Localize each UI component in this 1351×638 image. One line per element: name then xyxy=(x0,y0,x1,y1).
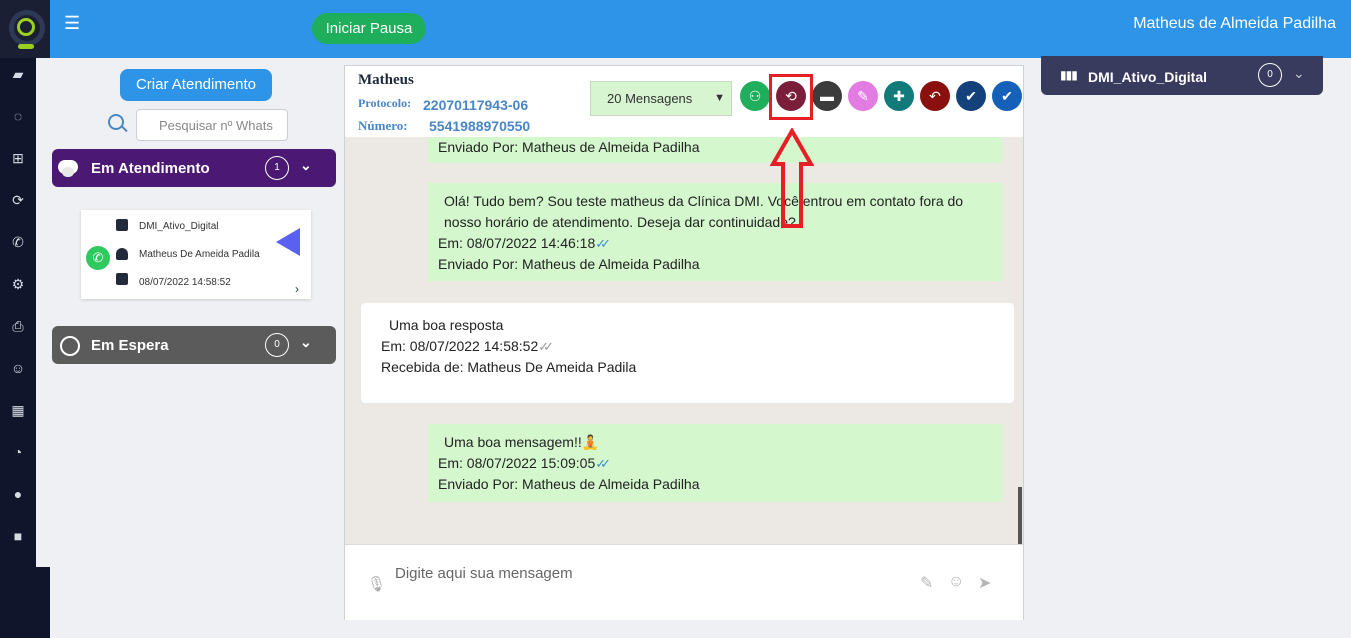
search-icon[interactable] xyxy=(108,114,124,130)
group-icon: ▮▮▮ xyxy=(1060,68,1078,82)
location-arrow-icon xyxy=(276,228,300,256)
chat-header: Matheus Protocolo: 22070117943-06 Número… xyxy=(345,66,1023,137)
chat-window: Matheus Protocolo: 22070117943-06 Número… xyxy=(344,65,1024,620)
contact-name: Matheus xyxy=(358,72,414,88)
double-check-icon: ✓✓ xyxy=(595,236,611,251)
hamburger-icon[interactable]: ☰ xyxy=(64,14,80,32)
start-pause-button[interactable]: Iniciar Pausa xyxy=(312,13,426,44)
annotation-arrow-icon xyxy=(770,128,814,228)
chat-scrollbar[interactable] xyxy=(1018,487,1022,544)
sleep-bed-icon[interactable]: ▬ xyxy=(812,81,842,111)
number-label: Número: xyxy=(358,118,408,133)
chevron-down-icon: ▼ xyxy=(714,92,725,104)
message-sender: Enviado Por: Matheus de Almeida Padilha xyxy=(438,476,700,492)
double-check-icon: ✓✓ xyxy=(595,456,611,471)
plus-square-icon[interactable]: ⊞ xyxy=(0,150,36,167)
message-time-row: Em: 08/07/2022 14:46:18✓✓ xyxy=(438,233,992,254)
protocol-label: Protocolo: xyxy=(358,96,412,110)
approve-list-icon[interactable]: ✔ xyxy=(956,81,986,111)
edit-note-icon[interactable]: ✎ xyxy=(848,81,878,111)
video-icon[interactable]: ■ xyxy=(0,528,36,544)
user-name: Matheus de Almeida Padilha xyxy=(1133,15,1336,32)
reply-icon[interactable]: ↶ xyxy=(920,81,950,111)
whats-search-input[interactable] xyxy=(136,109,288,141)
message-text: Uma boa mensagem!! xyxy=(444,434,582,450)
add-user-icon[interactable]: ✚ xyxy=(884,81,914,111)
number-value: 5541988970550 xyxy=(429,118,531,134)
sidebar: ▰ ◌ ⊞ ⟳ ✆ ⚙ ⎙ ☺ ▦ ◔ ● ■ xyxy=(0,58,36,638)
user-icon xyxy=(116,248,128,260)
in-attendance-panel[interactable]: Em Atendimento 1 ⌄ xyxy=(52,149,336,187)
queue-title: DMI_Ativo_Digital xyxy=(1088,69,1208,85)
emoji-icon: 🧘 xyxy=(581,434,600,450)
panel-title: Em Atendimento xyxy=(91,160,210,177)
message-time: Em: 08/07/2022 15:09:05 xyxy=(438,455,596,471)
message-text: Uma boa resposta xyxy=(389,317,504,333)
chat-message-sent: Uma boa mensagem!!🧘 Em: 08/07/2022 15:09… xyxy=(428,424,1002,502)
microphone-icon[interactable]: 🎙 xyxy=(367,575,386,593)
dashboard-icon[interactable]: ◔ xyxy=(0,444,36,460)
message-time: Em: 08/07/2022 14:46:18 xyxy=(438,235,596,251)
queue-count-badge: 0 xyxy=(1258,63,1282,87)
card-contact: Matheus De Ameida Padila xyxy=(139,249,260,260)
create-attendance-button[interactable]: Criar Atendimento xyxy=(120,69,272,101)
briefcase-icon[interactable]: ▰ xyxy=(0,66,36,83)
clock-icon xyxy=(60,336,80,356)
comment-icon[interactable]: ● xyxy=(0,486,36,502)
finish-check-icon[interactable]: ✔ xyxy=(992,81,1022,111)
chat-message-received: Uma boa resposta Em: 08/07/2022 14:58:52… xyxy=(361,303,1014,403)
card-queue: DMI_Ativo_Digital xyxy=(139,221,219,232)
message-count-value: 20 Mensagens xyxy=(607,91,693,106)
sync-icon[interactable]: ⟳ xyxy=(0,192,36,209)
chat-bubbles-icon xyxy=(58,160,78,177)
send-icon[interactable]: ➤ xyxy=(978,573,991,593)
chevron-down-icon[interactable]: ⌄ xyxy=(1293,65,1305,82)
gear-icon[interactable]: ⚙ xyxy=(0,276,36,293)
chat-message-sent: Enviado Por: Matheus de Almeida Padilha xyxy=(428,137,1002,163)
smile-icon[interactable]: ☺ xyxy=(0,360,36,376)
transfer-agent-icon[interactable]: ⚇ xyxy=(740,81,770,111)
whatsapp-icon: ✆ xyxy=(86,246,110,270)
emoji-smile-icon[interactable]: ☺ xyxy=(948,573,964,591)
waiting-count-badge: 0 xyxy=(265,333,289,357)
chevron-right-icon[interactable]: › xyxy=(295,282,299,296)
message-input[interactable]: Digite aqui sua mensagem xyxy=(395,565,573,582)
message-sender: Recebida de: Matheus De Ameida Padila xyxy=(381,359,637,375)
attendance-card[interactable]: DMI_Ativo_Digital Matheus De Ameida Padi… xyxy=(81,210,311,299)
map-icon xyxy=(116,219,128,231)
calendar-icon[interactable]: ▦ xyxy=(0,402,36,419)
sidebar-edge xyxy=(36,567,50,638)
attending-count-badge: 1 xyxy=(265,156,289,180)
top-bar: ☰ Iniciar Pausa Matheus de Almeida Padil… xyxy=(0,0,1351,58)
panel-title: Em Espera xyxy=(91,337,169,354)
message-composer: 🎙 Digite aqui sua mensagem ✎ ☺ ➤ xyxy=(345,544,1023,620)
message-time-row: Em: 08/07/2022 14:58:52✓✓ xyxy=(381,336,994,357)
calendar-user-icon xyxy=(116,273,128,285)
paperclip-icon[interactable]: ✎ xyxy=(920,573,933,593)
print-icon[interactable]: ⎙ xyxy=(0,318,36,335)
phone-icon[interactable]: ✆ xyxy=(0,234,36,251)
whatsapp-icon[interactable]: ◌ xyxy=(0,108,36,124)
message-text: Olá! Tudo bem? Sou teste matheus da Clín… xyxy=(444,193,964,230)
message-sender: Enviado Por: Matheus de Almeida Padilha xyxy=(438,256,700,272)
app-logo xyxy=(0,0,50,58)
message-count-select[interactable]: 20 Mensagens ▼ xyxy=(590,81,732,116)
waiting-panel[interactable]: Em Espera 0 ⌄ xyxy=(52,326,336,364)
highlight-box xyxy=(769,74,813,120)
chat-message-sent: Olá! Tudo bem? Sou teste matheus da Clín… xyxy=(428,183,1002,281)
message-time: Em: 08/07/2022 14:58:52 xyxy=(381,338,539,354)
protocol-value: 22070117943-06 xyxy=(423,97,529,113)
double-check-icon: ✓✓ xyxy=(538,339,554,354)
card-date: 08/07/2022 14:58:52 xyxy=(139,277,231,288)
message-text-row: Uma boa mensagem!!🧘 xyxy=(438,432,992,453)
message-time-row: Em: 08/07/2022 15:09:05✓✓ xyxy=(438,453,992,474)
queue-selector[interactable]: ▮▮▮ DMI_Ativo_Digital 0 ⌄ xyxy=(1041,56,1323,95)
chevron-down-icon[interactable]: ⌄ xyxy=(300,334,312,351)
chevron-down-icon[interactable]: ⌄ xyxy=(300,157,312,174)
message-sender: Enviado Por: Matheus de Almeida Padilha xyxy=(438,139,700,155)
